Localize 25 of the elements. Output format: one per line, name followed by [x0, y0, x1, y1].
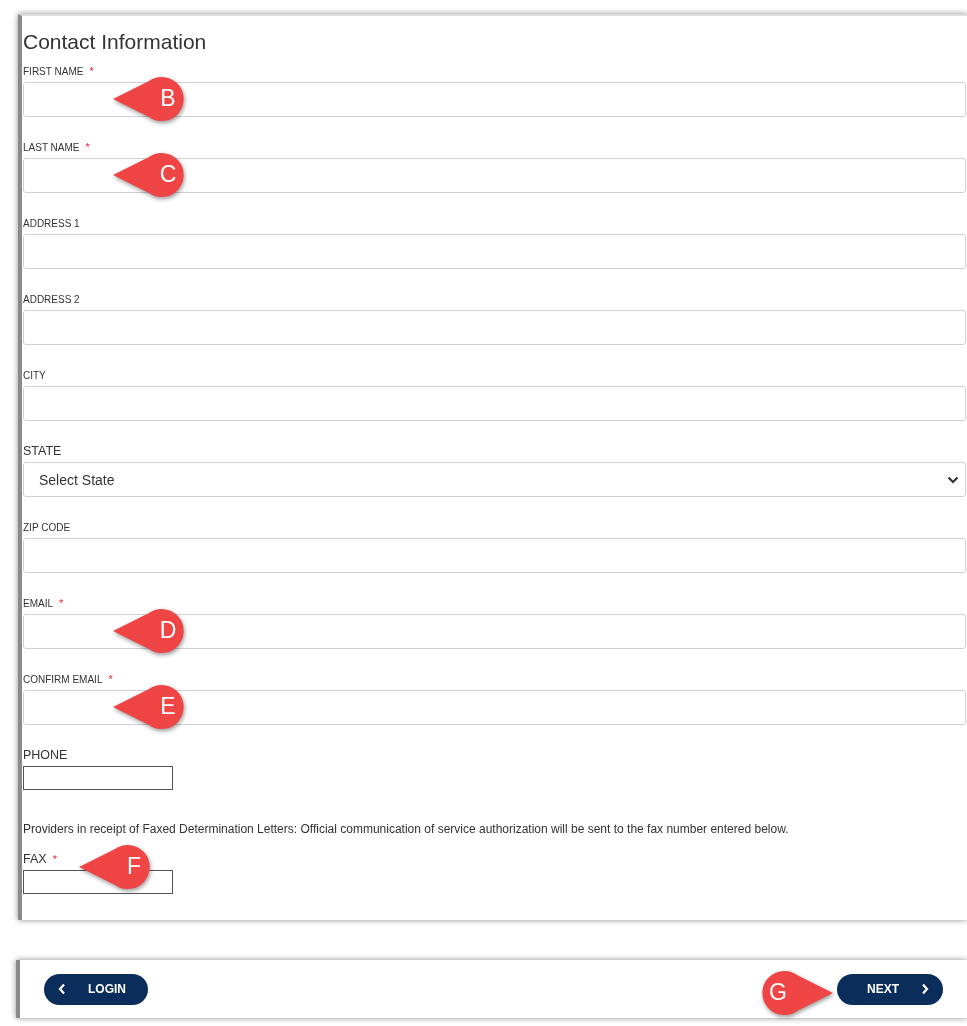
field-label: STATE: [23, 444, 62, 458]
field-label: FIRST NAME: [23, 65, 84, 77]
required-marker: *: [85, 141, 90, 153]
required-marker: *: [89, 65, 94, 77]
field-label: ADDRESS 2: [23, 293, 80, 305]
chevron-down-icon: [947, 475, 959, 484]
field-label: PHONE: [23, 748, 68, 762]
required-marker: *: [52, 853, 57, 865]
input-field[interactable]: [23, 766, 173, 790]
required-marker: *: [59, 597, 64, 609]
required-marker: *: [108, 673, 113, 685]
field-label: FAX: [23, 852, 47, 866]
field-label: CONFIRM EMAIL: [23, 673, 103, 685]
field-label: ZIP CODE: [23, 521, 71, 533]
field-label: LAST NAME: [23, 141, 80, 153]
field-label: EMAIL: [23, 597, 53, 609]
login-button[interactable]: LOGIN: [44, 973, 148, 1005]
next-button[interactable]: NEXT: [837, 973, 943, 1005]
field-label: ADDRESS 1: [23, 217, 80, 229]
form-title: Contact Information: [23, 30, 208, 55]
chevron-left-icon: [58, 983, 66, 995]
chevron-right-icon: [921, 983, 929, 995]
field-label: CITY: [23, 369, 46, 381]
fax-notice: Providers in receipt of Faxed Determination Letters: Official communication of service authorization will be sent to the fax number entered below.: [23, 821, 790, 838]
state-dropdown[interactable]: Select State: [23, 462, 966, 497]
